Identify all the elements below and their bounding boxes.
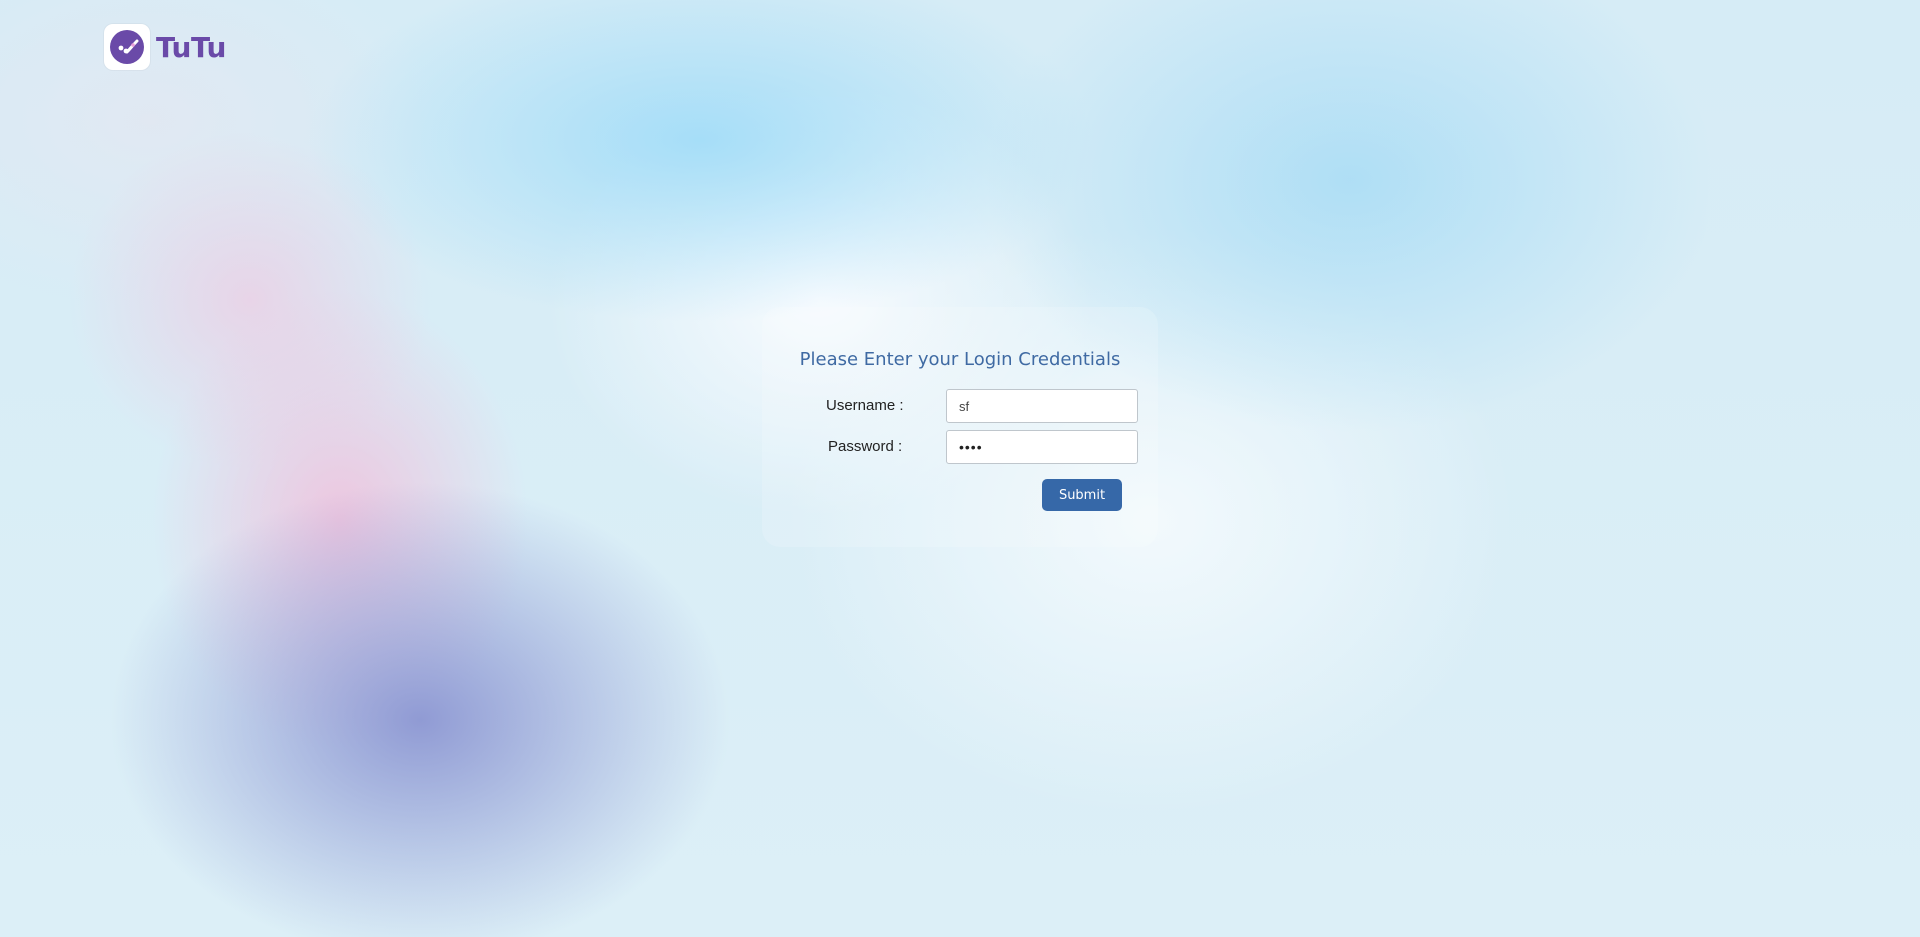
brand-logo[interactable]: TuTu xyxy=(104,24,226,70)
submit-button[interactable]: Submit xyxy=(1042,479,1122,511)
username-input[interactable] xyxy=(946,389,1138,423)
username-row: Username : xyxy=(762,389,1158,423)
password-label: Password : xyxy=(828,438,903,455)
tutu-logo-icon xyxy=(110,30,144,64)
login-title: Please Enter your Login Credentials xyxy=(799,349,1121,370)
logo-badge xyxy=(104,24,150,70)
password-input[interactable] xyxy=(946,430,1138,464)
brand-name: TuTu xyxy=(156,30,226,64)
login-card: Please Enter your Login Credentials User… xyxy=(762,307,1158,547)
username-label: Username : xyxy=(826,397,904,414)
password-row: Password : xyxy=(762,430,1158,464)
